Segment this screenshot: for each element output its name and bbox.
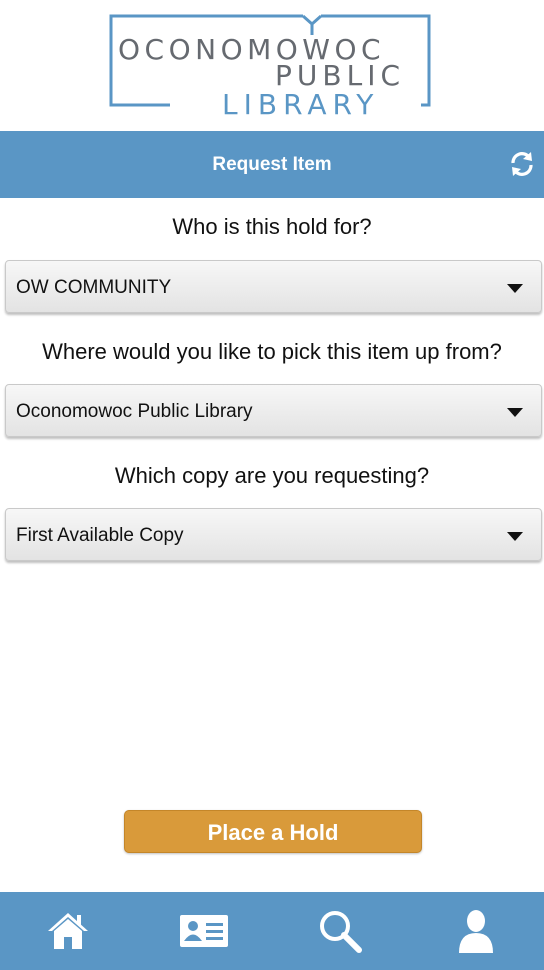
nav-search[interactable] [272, 892, 408, 970]
copy-select[interactable]: First Available Copy [5, 508, 542, 561]
search-icon [320, 911, 362, 953]
refresh-icon [511, 152, 533, 176]
nav-library-card[interactable] [136, 892, 272, 970]
library-card-icon [180, 915, 228, 947]
nav-home[interactable] [0, 892, 136, 970]
dropdown-arrow-icon [507, 532, 523, 541]
pickup-location-value: Oconomowoc Public Library [16, 401, 253, 422]
logo-line-3: LIBRARY [222, 88, 379, 117]
copy-label: Which copy are you requesting? [114, 463, 430, 488]
hold-for-label: Who is this hold for? [172, 214, 372, 239]
hold-for-value: OW COMMUNITY [16, 277, 172, 298]
copy-value: First Available Copy [16, 525, 184, 546]
header-bar: Request Item [0, 131, 544, 198]
refresh-button[interactable] [508, 150, 536, 178]
home-icon [48, 913, 88, 949]
place-hold-button[interactable]: Place a Hold [124, 810, 422, 853]
library-logo-graphic: OCONOMOWOC PUBLIC LIBRARY [109, 14, 431, 117]
dropdown-arrow-icon [507, 284, 523, 293]
nav-account[interactable] [408, 892, 544, 970]
library-logo: OCONOMOWOC PUBLIC LIBRARY [0, 0, 544, 131]
pickup-location-select[interactable]: Oconomowoc Public Library [5, 384, 542, 437]
hold-for-select[interactable]: OW COMMUNITY [5, 260, 542, 313]
account-icon [459, 910, 493, 953]
dropdown-arrow-icon [507, 408, 523, 417]
bottom-nav [0, 892, 544, 970]
pickup-location-label: Where would you like to pick this item u… [42, 339, 502, 364]
page-title: Request Item [212, 154, 332, 175]
